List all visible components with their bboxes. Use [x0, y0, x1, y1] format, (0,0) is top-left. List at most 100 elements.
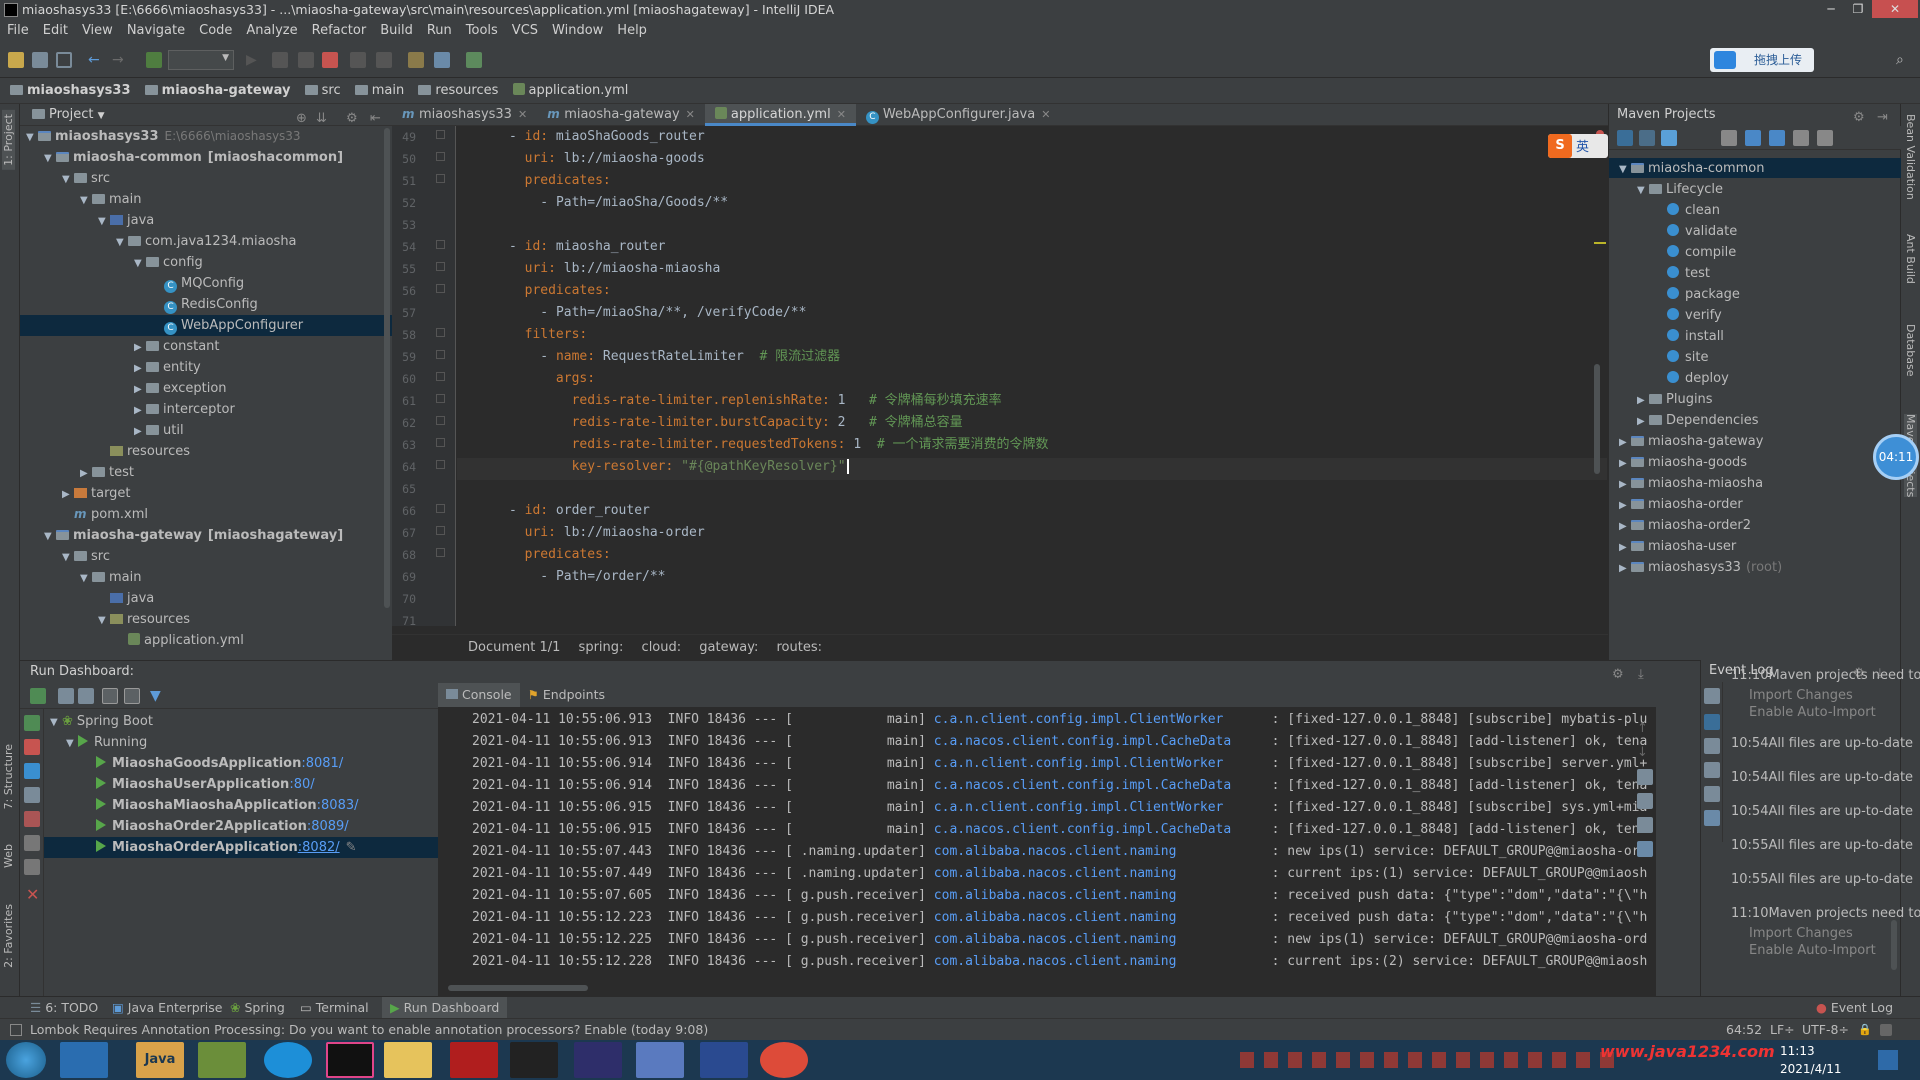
status-toggle-icon[interactable]	[10, 1024, 22, 1036]
collapsed-arrow-icon[interactable]: ▶	[1637, 411, 1649, 432]
taskbar-webstorm-icon[interactable]	[574, 1042, 622, 1078]
layout-icon[interactable]	[24, 835, 40, 851]
mark-read-icon[interactable]	[1704, 714, 1720, 730]
path-crumb-gateway[interactable]: gateway:	[699, 640, 758, 655]
taskbar-app-icon[interactable]	[700, 1042, 748, 1078]
taskbar-explorer-icon[interactable]	[384, 1042, 432, 1078]
step-icon[interactable]	[376, 52, 392, 68]
app-port-link[interactable]: :8082/	[298, 840, 340, 855]
path-crumb-routes[interactable]: routes:	[776, 640, 822, 655]
menu-code[interactable]: Code	[192, 20, 239, 42]
project-tree-item[interactable]: ▶ constant	[20, 336, 220, 357]
maven-tree-item[interactable]: ▶ miaoshasys33 (root)	[1609, 557, 1782, 578]
toggle-offline-icon[interactable]	[1745, 130, 1761, 146]
tab-miaoshasys33[interactable]: m miaoshasys33 ✕	[392, 104, 537, 126]
tool-tab-todo[interactable]: ☰ 6: TODO	[30, 997, 98, 1019]
scroll-to-end-icon[interactable]	[1637, 793, 1653, 809]
ime-english-icon[interactable]: 英	[1576, 136, 1589, 155]
forward-icon[interactable]: →	[112, 52, 128, 68]
fold-marker-icon[interactable]	[436, 350, 445, 359]
menu-file[interactable]: File	[0, 20, 36, 42]
project-tree-item[interactable]: ▼ src	[20, 168, 110, 189]
start-button[interactable]	[6, 1042, 46, 1078]
recording-timer-badge[interactable]: 04:11	[1873, 434, 1919, 480]
project-tree-item[interactable]: java	[20, 588, 154, 609]
menu-build[interactable]: Build	[373, 20, 420, 42]
project-structure-icon[interactable]	[434, 52, 450, 68]
tool-tab-structure[interactable]: 7: Structure	[2, 744, 15, 809]
project-tree-item[interactable]: ▶ entity	[20, 357, 201, 378]
project-tree-item[interactable]: ▼ com.java1234.miaosha	[20, 231, 297, 252]
taskbar-chrome-icon[interactable]	[760, 1042, 808, 1078]
app-port-link[interactable]: :8083/	[317, 798, 359, 813]
collapsed-arrow-icon[interactable]: ▶	[134, 379, 146, 400]
collapsed-arrow-icon[interactable]: ▶	[134, 358, 146, 379]
fold-marker-icon[interactable]	[436, 240, 445, 249]
print-icon[interactable]	[1704, 786, 1720, 802]
system-tray-icons[interactable]	[1240, 1052, 1620, 1068]
edit-pencil-icon[interactable]: ✎	[346, 840, 357, 855]
tool-tab-bean-validation[interactable]: Bean Validation	[1904, 114, 1917, 200]
menu-window[interactable]: Window	[545, 20, 610, 42]
tool-tab-terminal[interactable]: ▭ Terminal	[300, 997, 369, 1019]
scroll-to-end-icon[interactable]	[1704, 762, 1720, 778]
menu-help[interactable]: Help	[610, 20, 654, 42]
collapsed-arrow-icon[interactable]: ▶	[134, 421, 146, 442]
event-link[interactable]: Import Changes	[1749, 926, 1853, 941]
debug-icon[interactable]	[272, 52, 288, 68]
fold-marker-icon[interactable]	[436, 460, 445, 469]
print-icon[interactable]	[1637, 817, 1653, 833]
coverage-icon[interactable]	[298, 52, 314, 68]
project-tree-item[interactable]: C WebAppConfigurer	[20, 315, 392, 336]
project-panel-title[interactable]: Project	[49, 107, 93, 122]
expanded-arrow-icon[interactable]: ▼	[62, 169, 74, 190]
rerun-icon[interactable]	[30, 688, 46, 704]
run-group-running[interactable]: ▼ Running	[44, 732, 438, 753]
expanded-arrow-icon[interactable]: ▼	[62, 547, 74, 568]
tab-miaosha-gateway[interactable]: m miaosha-gateway ✕	[537, 104, 705, 126]
upload-button[interactable]: 拖拽上传	[1710, 48, 1814, 72]
event-link[interactable]: Enable Auto-Import	[1749, 943, 1876, 958]
back-icon[interactable]: ←	[88, 52, 104, 68]
project-scrollbar[interactable]	[384, 128, 390, 608]
collapsed-arrow-icon[interactable]: ▶	[62, 484, 74, 505]
fold-marker-icon[interactable]	[436, 152, 445, 161]
fold-marker-icon[interactable]	[436, 174, 445, 183]
pause-icon[interactable]	[350, 52, 366, 68]
menu-vcs[interactable]: VCS	[505, 20, 545, 42]
execute-goal-icon[interactable]	[1721, 130, 1737, 146]
crumb-resources[interactable]: resources	[418, 78, 498, 104]
collapse-all-icon[interactable]	[1817, 130, 1833, 146]
minimize-button[interactable]: ─	[1818, 0, 1844, 18]
maven-tree-item[interactable]: ▶ Dependencies	[1609, 410, 1759, 431]
expanded-arrow-icon[interactable]: ▼	[44, 148, 56, 169]
show-dependencies-icon[interactable]	[1793, 130, 1809, 146]
open-folder-icon[interactable]	[8, 52, 24, 68]
project-tree-item[interactable]: C MQConfig	[20, 273, 244, 294]
filter-icon[interactable]: ▼	[150, 688, 166, 704]
tool-tab-web[interactable]: Web	[2, 844, 15, 868]
search-everywhere-icon[interactable]: ⌕	[1896, 52, 1912, 68]
fold-marker-icon[interactable]	[436, 438, 445, 447]
notification-icon[interactable]	[1878, 1050, 1898, 1070]
project-tree-item[interactable]: ▼ miaoshasys33 E:\6666\miaoshasys33	[20, 126, 301, 147]
taskbar-app-icon[interactable]	[60, 1042, 108, 1078]
menu-analyze[interactable]: Analyze	[239, 20, 304, 42]
soft-wrap-icon[interactable]	[1637, 769, 1653, 785]
stop-icon[interactable]	[24, 739, 40, 755]
taskbar-intellij-icon[interactable]	[326, 1042, 374, 1078]
run-app-item[interactable]: MiaoshaUserApplication:80/	[44, 774, 438, 795]
taskbar-notepad-icon[interactable]	[198, 1042, 246, 1078]
pin-icon[interactable]	[24, 859, 40, 875]
maven-tree-item[interactable]: ▶ miaosha-goods	[1609, 452, 1747, 473]
soft-wrap-icon[interactable]	[1704, 738, 1720, 754]
run-app-item[interactable]: MiaoshaOrder2Application:8089/	[44, 816, 438, 837]
menu-refactor[interactable]: Refactor	[305, 20, 374, 42]
project-tree-item[interactable]: C RedisConfig	[20, 294, 258, 315]
collapsed-arrow-icon[interactable]: ▶	[1619, 495, 1631, 516]
clock-date[interactable]: 2021/4/11	[1780, 1062, 1842, 1076]
run-app-item[interactable]: MiaoshaOrderApplication:8082/ ✎	[44, 837, 438, 858]
maven-tree-item[interactable]: ▶ miaosha-miaosha	[1609, 473, 1763, 494]
ime-toolbar[interactable]: S 英	[1548, 134, 1608, 158]
crumb-main[interactable]: main	[354, 78, 404, 104]
